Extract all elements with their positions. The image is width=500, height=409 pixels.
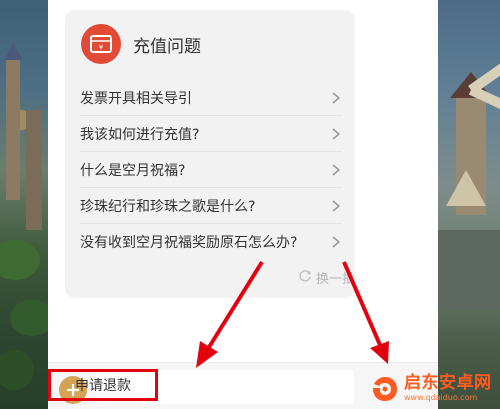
chevron-right-icon — [330, 163, 342, 177]
message-input-value[interactable]: 申请退款 — [48, 369, 158, 401]
faq-card: ¥ 充值问题 发票开具相关导引 我该如何进行充值? 什么是空月祝福? 珍珠纪行和… — [65, 10, 355, 298]
watermark-logo — [373, 376, 397, 401]
faq-card-header: ¥ 充值问题 — [81, 24, 201, 64]
ticket-icon: ¥ — [81, 24, 121, 64]
background-art-left — [0, 0, 48, 409]
stone-wall — [438, 230, 500, 310]
tower-roof — [4, 42, 22, 60]
refresh-label: 换一批 — [315, 272, 355, 287]
tree — [0, 350, 34, 390]
chevron-right-icon — [330, 127, 342, 141]
input-text: 申请退款 — [75, 378, 131, 394]
tree — [10, 300, 48, 336]
question-list: 发票开具相关导引 我该如何进行充值? 什么是空月祝福? 珍珠纪行和珍珠之歌是什么… — [80, 80, 342, 260]
question-label: 什么是空月祝福? — [80, 162, 186, 179]
question-label: 发票开具相关导引 — [80, 90, 192, 107]
question-label: 我该如何进行充值? — [80, 126, 200, 143]
background-art-right — [438, 0, 500, 409]
question-label: 珍珠纪行和珍珠之歌是什么? — [80, 198, 256, 215]
watermark-title: 启东安卓网 — [404, 373, 492, 393]
castle-tower — [6, 60, 20, 200]
watermark-url: www.qdaiduo.com — [404, 393, 478, 402]
tree — [0, 240, 40, 280]
watermark: 启东安卓网 www.qdaiduo.com — [370, 368, 500, 409]
castle-tower — [26, 110, 42, 230]
chat-panel: ¥ 充值问题 发票开具相关导引 我该如何进行充值? 什么是空月祝福? 珍珠纪行和… — [48, 0, 438, 409]
question-item[interactable]: 没有收到空月祝福奖励原石怎么办? — [80, 224, 342, 260]
question-item[interactable]: 什么是空月祝福? — [80, 152, 342, 188]
chevron-right-icon — [330, 91, 342, 105]
question-label: 没有收到空月祝福奖励原石怎么办? — [80, 235, 298, 251]
question-item[interactable]: 发票开具相关导引 — [80, 80, 342, 116]
chevron-right-icon — [330, 235, 342, 249]
question-item[interactable]: 珍珠纪行和珍珠之歌是什么? — [80, 188, 342, 224]
question-item[interactable]: 我该如何进行充值? — [80, 116, 342, 152]
refresh-icon — [298, 268, 312, 287]
refresh-button[interactable]: 换一批 — [298, 268, 355, 287]
faq-card-title: 充值问题 — [133, 36, 201, 57]
svg-text:¥: ¥ — [99, 44, 104, 52]
chevron-right-icon — [330, 199, 342, 213]
